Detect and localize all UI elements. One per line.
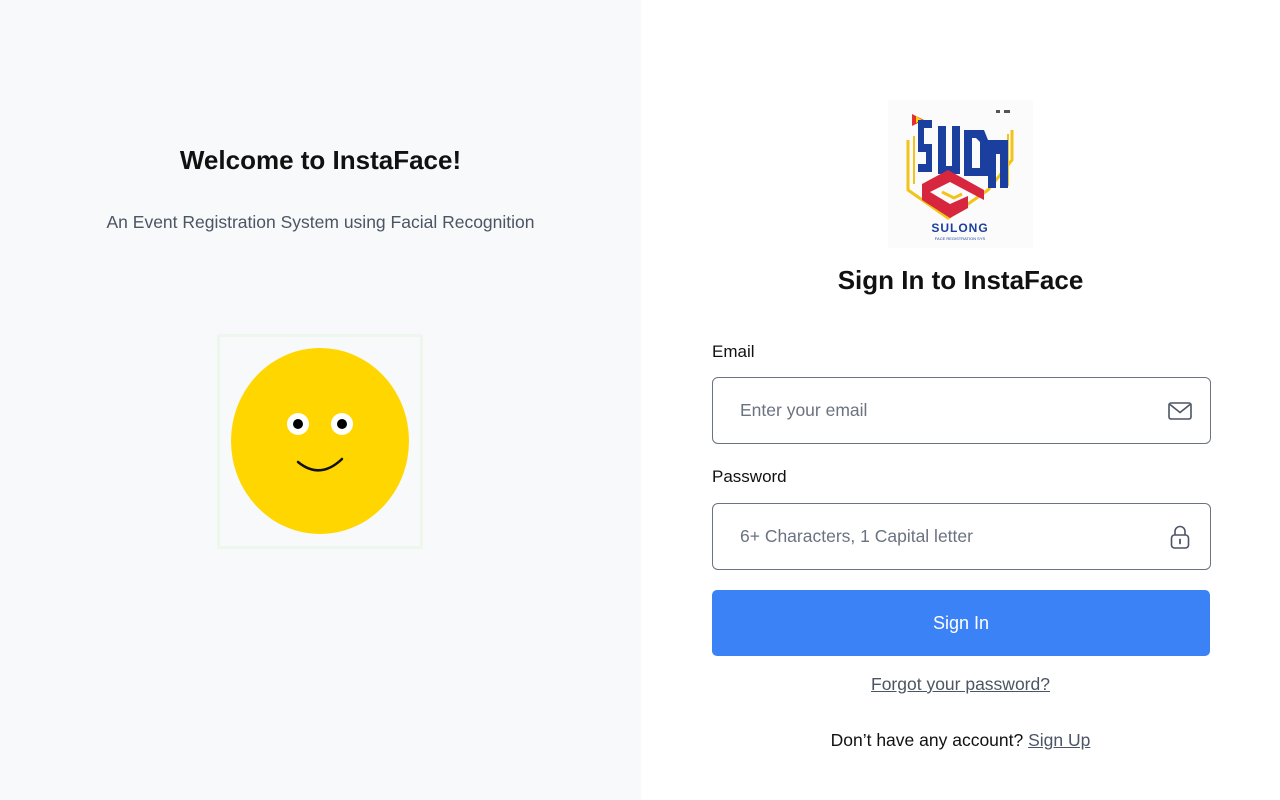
email-field-container (712, 377, 1211, 444)
signup-row: Don’t have any account? Sign Up (641, 730, 1280, 751)
signup-link[interactable]: Sign Up (1028, 730, 1090, 750)
left-panel: Welcome to InstaFace! An Event Registrat… (0, 0, 641, 800)
forgot-password-link[interactable]: Forgot your password? (871, 674, 1050, 694)
welcome-subtitle: An Event Registration System using Facia… (106, 212, 535, 232)
email-label: Email (712, 342, 755, 361)
welcome-title: Welcome to InstaFace! (179, 145, 462, 175)
signin-title: Sign In to InstaFace (837, 265, 1084, 295)
svg-text:FACE REGISTRATION SYS: FACE REGISTRATION SYS (935, 236, 986, 241)
sulong-logo: SULONG FACE REGISTRATION SYS (888, 100, 1033, 248)
lock-icon (1167, 524, 1193, 550)
forgot-password-row: Forgot your password? (641, 674, 1280, 695)
email-input[interactable] (713, 378, 1153, 443)
face-illustration (217, 334, 423, 549)
svg-text:SULONG: SULONG (931, 221, 988, 235)
mail-icon (1167, 398, 1193, 424)
password-label: Password (712, 467, 787, 486)
password-input[interactable] (713, 504, 1153, 569)
no-account-text: Don’t have any account? (830, 730, 1024, 750)
password-field-container (712, 503, 1211, 570)
signin-button[interactable]: Sign In (712, 590, 1210, 656)
smiley-face-icon (231, 348, 409, 534)
